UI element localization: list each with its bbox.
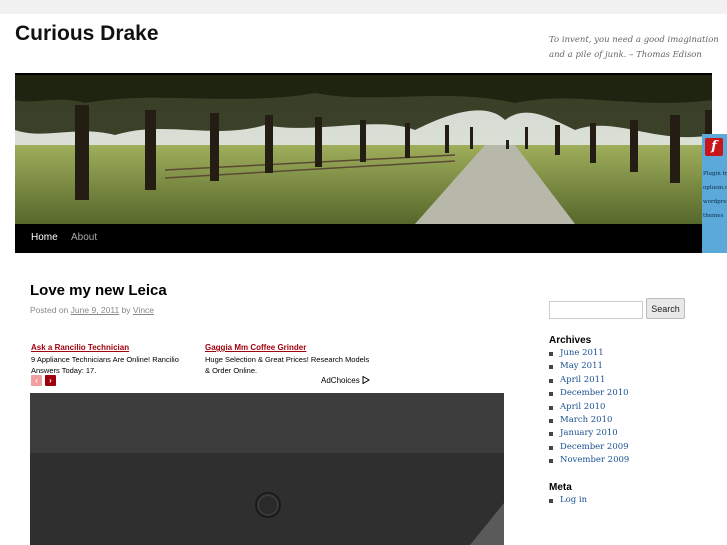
ad-next-button[interactable]: › bbox=[45, 375, 56, 386]
archive-link[interactable]: June 2011 bbox=[549, 347, 629, 360]
flash-plugin-text: Plugin by oplusm.com wordpress themes bbox=[703, 171, 727, 219]
archive-link[interactable]: December 2010 bbox=[549, 387, 629, 400]
post-title[interactable]: Love my new Leica bbox=[30, 282, 167, 299]
archive-link[interactable]: April 2010 bbox=[549, 401, 629, 414]
ad-unit-1[interactable]: Ask a Rancilio Technician 9 Appliance Te… bbox=[31, 342, 201, 376]
ad-title-link[interactable]: Ask a Rancilio Technician bbox=[31, 342, 201, 353]
post-photo bbox=[30, 393, 504, 545]
nav-item-home[interactable]: Home bbox=[31, 232, 58, 243]
ad-text: Huge Selection & Great Prices! Research … bbox=[205, 355, 370, 375]
main-navigation: Home About bbox=[15, 224, 712, 253]
nav-item-about[interactable]: About bbox=[71, 232, 97, 243]
site-description: To invent, you need a good imagination a… bbox=[549, 35, 719, 60]
adchoices-icon bbox=[362, 375, 370, 385]
meta-list: Log in bbox=[549, 494, 587, 507]
archives-heading: Archives bbox=[549, 335, 592, 346]
ad-unit-2[interactable]: Gaggia Mm Coffee Grinder Huge Selection … bbox=[205, 342, 375, 376]
post-meta: Posted on June 9, 2011 by Vince bbox=[30, 305, 154, 315]
archive-link[interactable]: November 2009 bbox=[549, 454, 629, 467]
archive-link[interactable]: December 2009 bbox=[549, 441, 629, 454]
search-button[interactable]: Search bbox=[646, 298, 685, 319]
flash-plugin-panel[interactable]: f Plugin by oplusm.com wordpress themes bbox=[702, 134, 727, 253]
by-label: by bbox=[121, 305, 131, 315]
site-title[interactable]: Curious Drake bbox=[15, 22, 159, 46]
adchoices-link[interactable]: AdChoices bbox=[321, 375, 370, 385]
meta-heading: Meta bbox=[549, 482, 572, 493]
header-banner-image bbox=[15, 75, 712, 224]
post-author-link[interactable]: Vince bbox=[133, 305, 154, 315]
login-link[interactable]: Log in bbox=[549, 494, 587, 507]
adchoices-label: AdChoices bbox=[321, 376, 360, 385]
ad-text: 9 Appliance Technicians Are Online! Ranc… bbox=[31, 355, 179, 375]
search-input[interactable] bbox=[549, 301, 643, 319]
archive-link[interactable]: April 2011 bbox=[549, 374, 629, 387]
post-date-link[interactable]: June 9, 2011 bbox=[71, 305, 120, 315]
archives-list: June 2011 May 2011 April 2011 December 2… bbox=[549, 347, 629, 468]
posted-on-label: Posted on bbox=[30, 305, 69, 315]
ad-title-link[interactable]: Gaggia Mm Coffee Grinder bbox=[205, 342, 375, 353]
archive-link[interactable]: March 2010 bbox=[549, 414, 629, 427]
archive-link[interactable]: May 2011 bbox=[549, 360, 629, 373]
archive-link[interactable]: January 2010 bbox=[549, 427, 629, 440]
ad-prev-button[interactable]: ‹ bbox=[31, 375, 42, 386]
flash-icon: f bbox=[705, 138, 723, 156]
